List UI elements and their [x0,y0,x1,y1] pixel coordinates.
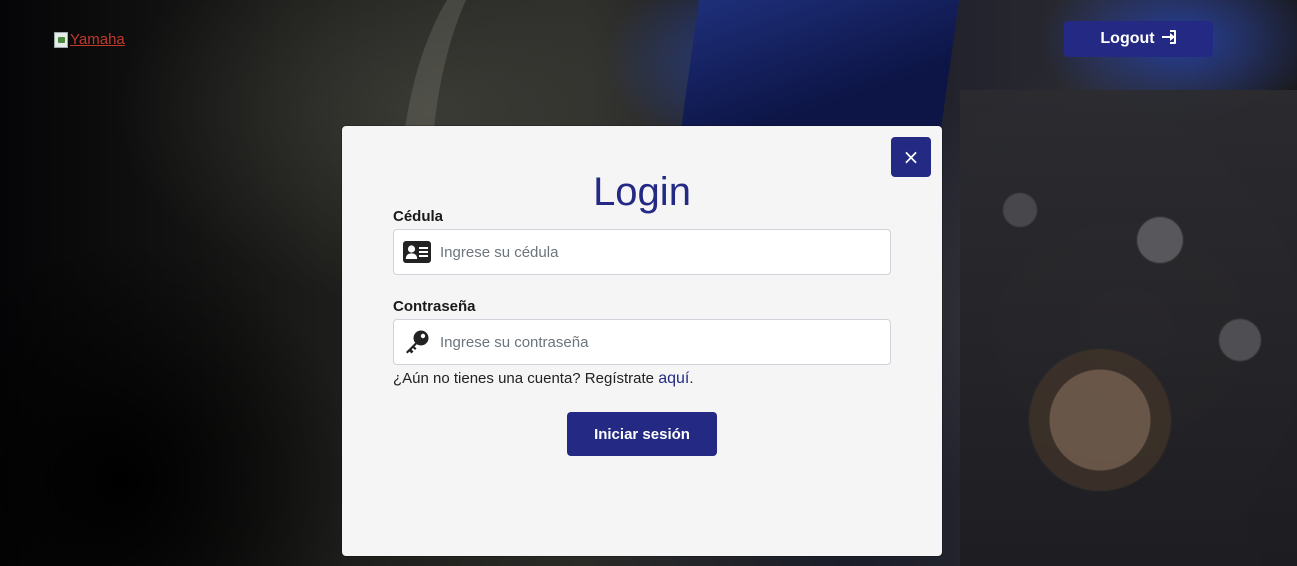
close-icon: × [902,145,920,169]
background-engine [960,90,1297,566]
register-link[interactable]: aquí [658,370,689,387]
cedula-field [393,229,891,275]
logout-button[interactable]: Logout [1064,21,1213,57]
yamaha-logo-link[interactable]: Yamaha [54,31,125,48]
logout-label: Logout [1100,30,1155,47]
cedula-input[interactable] [440,230,890,274]
logo-alt-text: Yamaha [70,31,125,48]
key-icon [394,320,440,364]
background-motorcycle-panel [680,0,960,130]
submit-label: Iniciar sesión [594,425,690,443]
cedula-label: Cédula [393,208,444,225]
password-label: Contraseña [393,298,476,315]
register-prompt-text: ¿Aún no tienes una cuenta? Regístrate [393,370,655,387]
register-prompt: ¿Aún no tienes una cuenta? Regístrate aq… [393,370,694,388]
sign-out-icon [1161,29,1177,50]
password-input[interactable] [440,320,890,364]
register-suffix: . [689,370,694,387]
login-submit-button[interactable]: Iniciar sesión [567,412,717,456]
login-modal: × Login Cédula Contraseña ¿Aú [342,126,942,556]
password-field [393,319,891,365]
id-card-icon [394,230,440,274]
broken-image-icon [54,31,68,48]
